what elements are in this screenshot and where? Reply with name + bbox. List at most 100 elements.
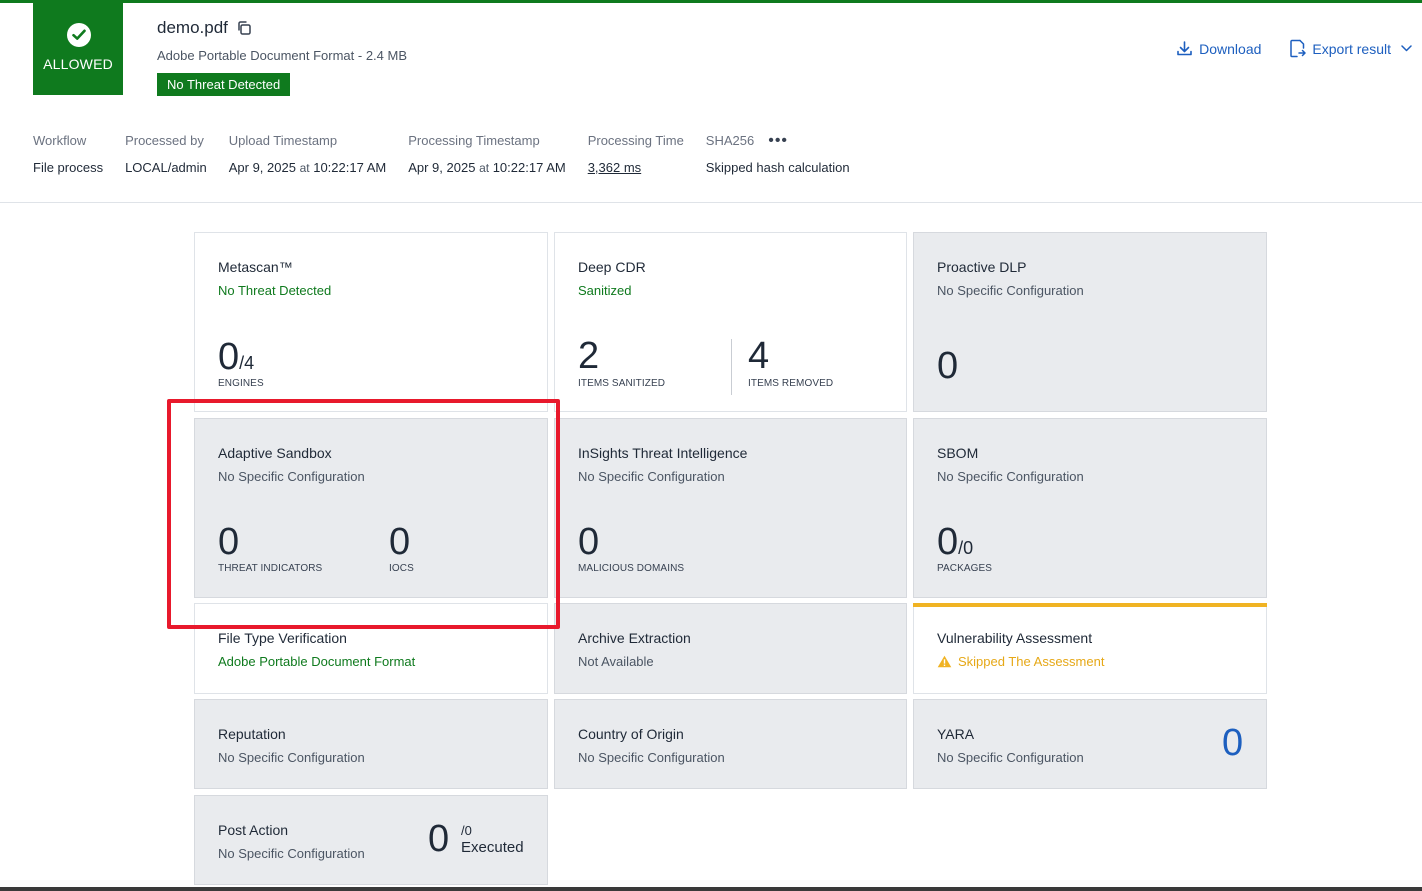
engines-detected: 0 (218, 336, 240, 378)
card-proactive-dlp[interactable]: Proactive DLP No Specific Configuration … (913, 232, 1267, 412)
processing-date: Apr 9, 2025 (408, 160, 476, 175)
check-circle-icon (67, 23, 91, 47)
meta-value: Skipped hash calculation (705, 160, 850, 175)
items-sanitized-count: 2 (578, 335, 600, 377)
packages-caption: PACKAGES (937, 563, 993, 574)
card-title: File Type Verification (218, 630, 347, 646)
card-status: No Specific Configuration (218, 469, 365, 484)
meta-label: Upload Timestamp (228, 133, 338, 148)
file-name-row: demo.pdf (157, 18, 252, 38)
card-adaptive-sandbox[interactable]: Adaptive Sandbox No Specific Configurati… (194, 418, 548, 598)
meta-label: Processing Time (587, 133, 684, 148)
iocs-count: 0 (389, 521, 411, 563)
meta-value: File process (33, 160, 104, 175)
processing-time-link[interactable]: 3,362 ms (588, 160, 684, 175)
export-result-button[interactable]: Export result (1289, 39, 1412, 58)
card-title: SBOM (937, 445, 979, 461)
engines-total: /4 (239, 353, 255, 373)
malicious-domains-count: 0 (578, 521, 600, 563)
card-title: Adaptive Sandbox (218, 445, 332, 461)
more-options-icon[interactable]: ••• (768, 132, 788, 150)
card-title: Metascan™ (218, 259, 293, 275)
card-reputation[interactable]: Reputation No Specific Configuration (194, 699, 548, 789)
card-status-warning: Skipped The Assessment (937, 654, 1104, 669)
card-title: Deep CDR (578, 259, 646, 275)
warning-text: Skipped The Assessment (958, 654, 1105, 669)
card-status: Adobe Portable Document Format (218, 654, 416, 669)
meta-value: Apr 9, 2025 at 10:22:17 AM (229, 160, 386, 175)
card-country-of-origin[interactable]: Country of Origin No Specific Configurat… (554, 699, 907, 789)
header-divider (0, 202, 1422, 203)
items-removed-caption: ITEMS REMOVED (748, 378, 834, 389)
top-accent-bar (0, 0, 1422, 3)
card-status: No Specific Configuration (578, 469, 725, 484)
meta-workflow: Workflow File process (33, 132, 103, 175)
card-status: No Specific Configuration (218, 846, 365, 861)
engines-caption: ENGINES (218, 378, 264, 389)
card-status: Not Available (578, 654, 654, 669)
meta-upload-timestamp: Upload Timestamp Apr 9, 2025 at 10:22:17… (229, 132, 386, 175)
meta-processing-timestamp: Processing Timestamp Apr 9, 2025 at 10:2… (408, 132, 565, 175)
packages-count: 0/0 (937, 523, 973, 567)
card-title: Archive Extraction (578, 630, 691, 646)
meta-label: Processing Timestamp (408, 133, 540, 148)
meta-processed-by: Processed by LOCAL/admin (125, 132, 207, 175)
packages-total: /0 (958, 538, 974, 558)
meta-processing-time: Processing Time 3,362 ms (588, 132, 684, 175)
sha256-label: SHA256 (705, 133, 755, 148)
meta-sha256: SHA256 ••• Skipped hash calculation (705, 132, 850, 176)
card-status: No Specific Configuration (937, 283, 1084, 298)
card-sbom[interactable]: SBOM No Specific Configuration 0/0 PACKA… (913, 418, 1267, 598)
meta-label: Processed by (125, 133, 204, 148)
card-yara[interactable]: YARA No Specific Configuration 0 (913, 699, 1267, 789)
card-file-type-verification[interactable]: File Type Verification Adobe Portable Do… (194, 603, 548, 694)
packages-found: 0 (937, 521, 959, 563)
threat-indicators-count: 0 (218, 521, 240, 563)
card-archive-extraction[interactable]: Archive Extraction Not Available (554, 603, 907, 694)
card-deep-cdr[interactable]: Deep CDR Sanitized 2 ITEMS SANITIZED 4 I… (554, 232, 907, 412)
iocs-caption: IOCS (389, 563, 414, 574)
meta-value: Apr 9, 2025 at 10:22:17 AM (408, 160, 565, 175)
meta-label: Workflow (33, 133, 87, 148)
copy-icon[interactable] (236, 20, 252, 36)
download-icon (1176, 40, 1193, 57)
upload-at: at (299, 161, 310, 175)
upload-time: 10:22:17 AM (313, 160, 387, 175)
warning-bar (913, 603, 1267, 607)
dlp-count: 0 (937, 345, 959, 387)
card-post-action[interactable]: Post Action No Specific Configuration 0 … (194, 795, 548, 885)
card-metascan[interactable]: Metascan™ No Threat Detected 0/4 ENGINES (194, 232, 548, 412)
post-action-count: 0 (428, 818, 450, 860)
download-label: Download (1199, 40, 1262, 57)
download-button[interactable]: Download (1176, 40, 1261, 57)
engines-count: 0/4 (218, 338, 254, 382)
file-name: demo.pdf (157, 18, 228, 37)
card-title: Vulnerability Assessment (937, 630, 1093, 646)
meta-label-row: SHA256 ••• (706, 132, 850, 149)
export-result-label: Export result (1312, 40, 1391, 57)
bottom-border (0, 887, 1422, 891)
stat-divider (731, 339, 732, 395)
card-insights-threat-intelligence[interactable]: InSights Threat Intelligence No Specific… (554, 418, 907, 598)
card-title: YARA (937, 726, 975, 742)
scan-metadata: Workflow File process Processed by LOCAL… (33, 132, 872, 176)
card-title: Reputation (218, 726, 286, 742)
post-action-caption: Executed (461, 839, 524, 856)
card-status: No Specific Configuration (218, 750, 365, 765)
yara-count: 0 (1222, 722, 1244, 764)
verdict-label: ALLOWED (43, 56, 113, 72)
card-vulnerability-assessment[interactable]: Vulnerability Assessment Skipped The Ass… (913, 603, 1267, 694)
threat-indicators-caption: THREAT INDICATORS (218, 563, 323, 574)
card-title: InSights Threat Intelligence (578, 445, 748, 461)
card-title: Proactive DLP (937, 259, 1027, 275)
status-badge: No Threat Detected (157, 73, 291, 96)
card-status: No Specific Configuration (578, 750, 725, 765)
upload-date: Apr 9, 2025 (228, 160, 296, 175)
verdict-badge: ALLOWED (33, 3, 123, 95)
file-meta: Adobe Portable Document Format - 2.4 MB (157, 48, 408, 63)
card-status: Sanitized (578, 283, 632, 298)
card-status: No Specific Configuration (937, 469, 1084, 484)
processing-time: 10:22:17 AM (492, 160, 566, 175)
malicious-domains-caption: MALICIOUS DOMAINS (578, 563, 685, 574)
warning-icon (937, 655, 952, 668)
